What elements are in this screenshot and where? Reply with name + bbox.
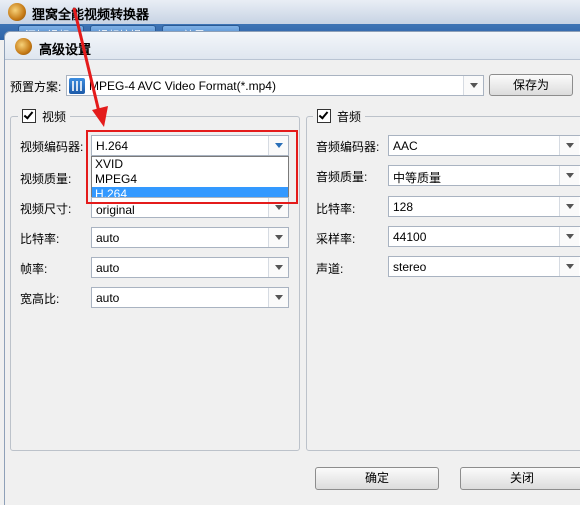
audio-quality-value: 中等质量 (393, 171, 442, 185)
video-group-header: 视频 (18, 107, 71, 125)
chevron-down-icon (470, 83, 478, 88)
audio-samplerate-value: 44100 (393, 230, 427, 244)
audio-samplerate-combo[interactable]: 44100 (388, 226, 580, 247)
video-bitrate-combo[interactable]: auto (91, 227, 289, 248)
video-framerate-dropdown-button[interactable] (268, 258, 288, 277)
dialog-logo-icon (15, 38, 32, 55)
app-titlebar: 狸窝全能视频转换器 (0, 0, 580, 24)
audio-bitrate-combo[interactable]: 128 (388, 196, 580, 217)
chevron-down-icon (566, 173, 574, 178)
audio-group-header: 音频 (313, 107, 366, 125)
chevron-down-icon (275, 265, 283, 270)
audio-encoder-dropdown-button[interactable] (559, 136, 579, 155)
chevron-down-icon (275, 205, 283, 210)
audio-channel-value: stereo (393, 260, 427, 274)
audio-samplerate-label: 采样率: (316, 232, 356, 246)
audio-group-title: 音频 (337, 109, 362, 124)
video-size-value: original (96, 203, 135, 217)
chevron-down-icon (275, 295, 283, 300)
video-framerate-value: auto (96, 261, 120, 275)
video-bitrate-dropdown-button[interactable] (268, 228, 288, 247)
video-size-label: 视频尺寸: (20, 202, 72, 216)
audio-quality-label: 音频质量: (316, 170, 368, 184)
video-encoder-label: 视频编码器: (20, 140, 84, 154)
video-aspect-dropdown-button[interactable] (268, 288, 288, 307)
audio-samplerate-dropdown-button[interactable] (559, 227, 579, 246)
app-logo-icon (8, 3, 26, 21)
audio-encoder-label: 音频编码器: (316, 140, 380, 154)
video-framerate-combo[interactable]: auto (91, 257, 289, 278)
chevron-down-icon (566, 204, 574, 209)
audio-bitrate-dropdown-button[interactable] (559, 197, 579, 216)
dialog-titlebar: 高级设置 (5, 32, 580, 60)
audio-bitrate-value: 128 (393, 200, 414, 214)
video-group-title: 视频 (42, 109, 67, 124)
ok-button[interactable]: 确定 (315, 467, 439, 490)
dialog-title: 高级设置 (39, 42, 92, 57)
audio-channel-combo[interactable]: stereo (388, 256, 580, 277)
annotation-highlight-box (86, 130, 298, 204)
preset-value: MPEG-4 AVC Video Format(*.mp4) (89, 79, 276, 93)
audio-channel-dropdown-button[interactable] (559, 257, 579, 276)
audio-quality-combo[interactable]: 中等质量 (388, 165, 580, 186)
chevron-down-icon (566, 143, 574, 148)
video-bitrate-label: 比特率: (20, 232, 60, 246)
close-button[interactable]: 关闭 (460, 467, 580, 490)
audio-bitrate-label: 比特率: (316, 202, 356, 216)
preset-label: 预置方案: (10, 80, 62, 94)
checkmark-icon (318, 109, 329, 120)
chevron-down-icon (566, 264, 574, 269)
audio-quality-dropdown-button[interactable] (559, 166, 579, 185)
video-framerate-label: 帧率: (20, 262, 48, 276)
audio-encoder-value: AAC (393, 139, 418, 153)
video-quality-label: 视频质量: (20, 172, 72, 186)
preset-dropdown-button[interactable] (463, 76, 483, 95)
save-as-button[interactable]: 保存为 (489, 74, 573, 96)
chevron-down-icon (566, 234, 574, 239)
video-aspect-combo[interactable]: auto (91, 287, 289, 308)
chevron-down-icon (275, 235, 283, 240)
video-aspect-label: 宽高比: (20, 292, 60, 306)
video-aspect-value: auto (96, 291, 120, 305)
video-enable-checkbox[interactable] (22, 109, 36, 123)
audio-channel-label: 声道: (316, 262, 344, 276)
audio-encoder-combo[interactable]: AAC (388, 135, 580, 156)
preset-combo[interactable]: MPEG-4 AVC Video Format(*.mp4) (66, 75, 484, 96)
video-bitrate-value: auto (96, 231, 120, 245)
app-title: 狸窝全能视频转换器 (32, 7, 150, 22)
video-format-icon (69, 78, 85, 94)
checkmark-icon (23, 109, 34, 120)
audio-enable-checkbox[interactable] (317, 109, 331, 123)
